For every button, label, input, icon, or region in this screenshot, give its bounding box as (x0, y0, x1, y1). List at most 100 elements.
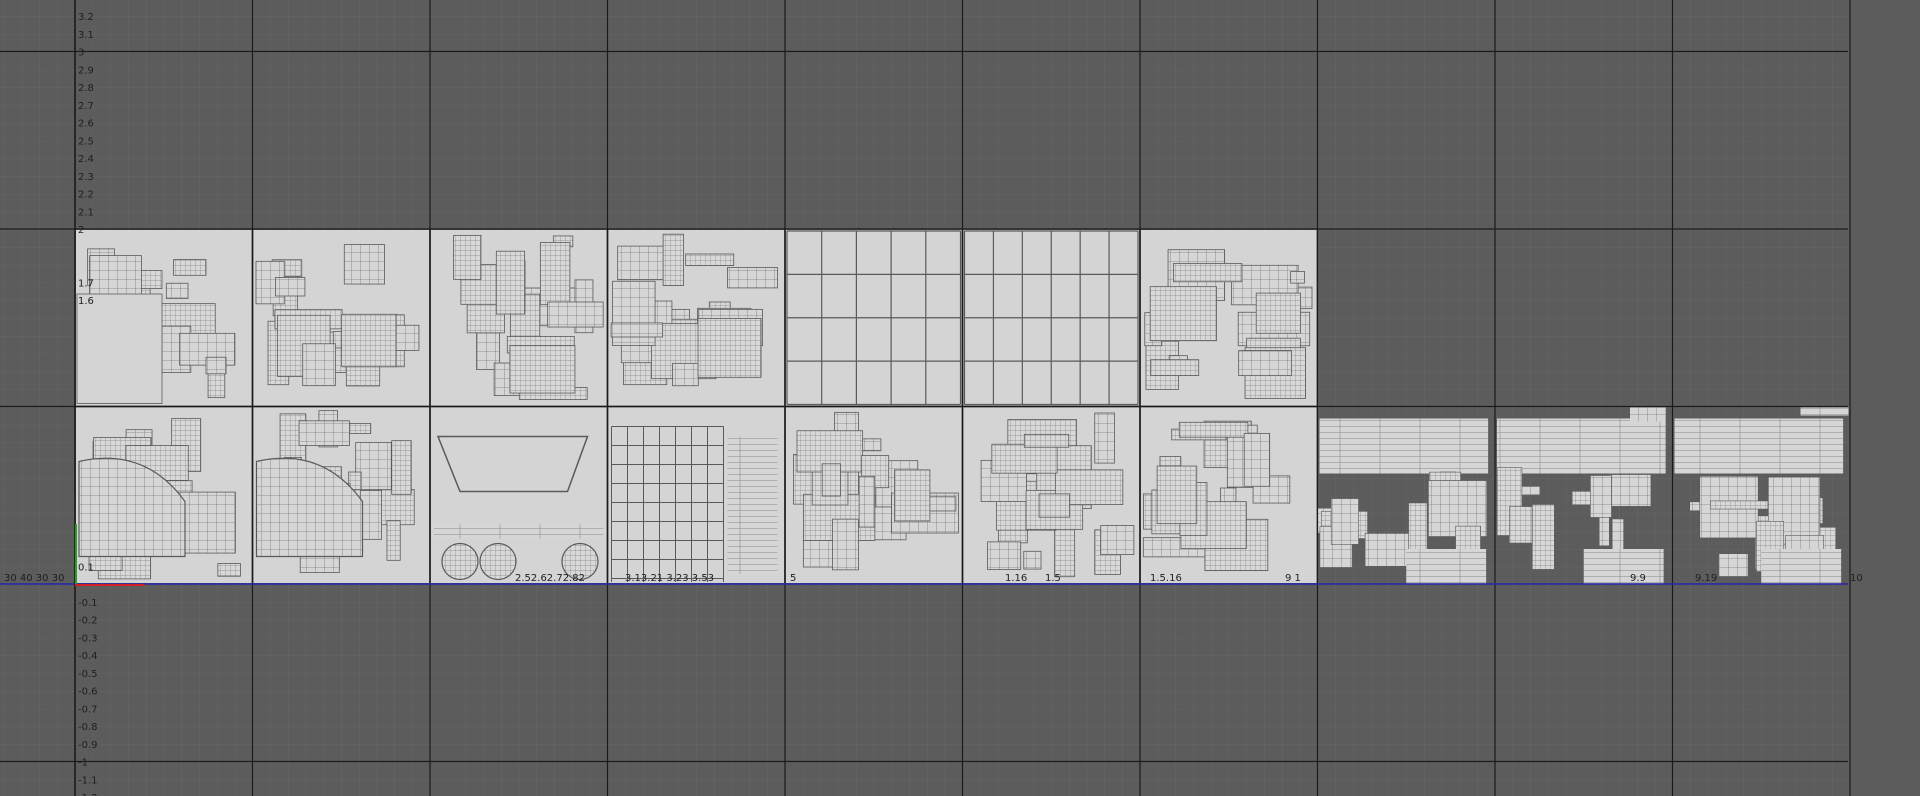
uv-shell[interactable] (343, 244, 385, 285)
uv-tile[interactable] (76, 230, 252, 406)
uv-shell[interactable] (547, 301, 604, 328)
uv-shell[interactable] (348, 423, 372, 434)
uv-tile[interactable] (253, 230, 430, 406)
uv-shell[interactable] (386, 520, 401, 561)
uv-shell[interactable] (275, 277, 306, 297)
uv-shell[interactable] (173, 259, 207, 276)
uv-shell[interactable] (217, 563, 241, 577)
uv-shell[interactable] (165, 282, 189, 299)
uv-shell[interactable] (359, 490, 382, 540)
uv-shell[interactable] (1173, 263, 1243, 283)
uv-shell[interactable] (662, 233, 684, 286)
uv-shell[interactable] (1319, 418, 1489, 474)
uv-shell[interactable] (991, 443, 1058, 474)
uv-shell[interactable] (1761, 549, 1842, 584)
uv-shell[interactable] (298, 420, 350, 446)
u-axis-label: 1.5 (1045, 573, 1061, 584)
uv-shell[interactable] (1800, 407, 1849, 416)
uv-shell[interactable] (1094, 412, 1115, 464)
uv-shell[interactable] (1178, 421, 1249, 438)
u-axis-label: 3.13.21 3.23 3.53 (625, 573, 714, 584)
uv-shell[interactable] (391, 440, 412, 495)
uv-shell[interactable] (697, 318, 762, 378)
uv-shell[interactable] (1674, 418, 1844, 474)
v-axis-label: -1.1 (78, 775, 98, 786)
v-axis-label: 2.6 (78, 119, 94, 130)
uv-shell[interactable] (858, 475, 876, 528)
uv-shell[interactable] (1255, 292, 1301, 334)
uv-shell[interactable] (821, 463, 841, 497)
uv-shell[interactable] (1718, 553, 1749, 577)
uv-shell[interactable] (1149, 286, 1217, 342)
v-axis-label: -0.2 (78, 616, 98, 627)
uv-shell[interactable] (205, 356, 227, 375)
uv-shell[interactable] (453, 234, 482, 280)
uv-tile[interactable] (608, 407, 785, 584)
uv-shell[interactable] (685, 253, 735, 266)
uv-tile[interactable] (1141, 407, 1317, 584)
uv-shell[interactable] (727, 436, 778, 575)
uv-shell[interactable] (1038, 493, 1071, 518)
uv-shell[interactable] (1590, 475, 1613, 518)
uv-tile[interactable] (608, 230, 785, 406)
uv-shell[interactable] (894, 469, 931, 522)
uv-shell[interactable] (610, 322, 664, 338)
uv-shell[interactable] (1608, 474, 1652, 507)
uv-shell[interactable] (1054, 526, 1076, 578)
v-axis-label: 2.2 (78, 190, 94, 201)
uv-texture-editor-viewport[interactable]: 3.2 3.1 3 2.9 2.8 2.7 2.6 2.5 2.4 2.3 2.2 2.1 2 1.7 1.… (0, 0, 1920, 796)
uv-tile[interactable] (76, 407, 252, 584)
v-axis-label: 1.6 (78, 296, 94, 307)
uv-shell[interactable] (1583, 549, 1664, 584)
u-axis-label: 9 1 (1285, 573, 1301, 584)
uv-shell[interactable] (1532, 504, 1555, 570)
uv-shell[interactable] (1406, 549, 1487, 584)
v-axis-label: 2.7 (78, 101, 94, 112)
uv-shell[interactable] (727, 267, 778, 289)
uv-tile[interactable] (963, 230, 1140, 406)
uv-shell[interactable] (1630, 407, 1666, 422)
uv-shell[interactable] (987, 541, 1022, 570)
uv-shell[interactable] (1238, 350, 1292, 377)
uv-shell[interactable] (539, 242, 571, 306)
uv-shell[interactable] (495, 250, 526, 315)
uv-shell[interactable] (1290, 271, 1305, 284)
uv-shell[interactable] (1156, 465, 1198, 525)
uv-canvas[interactable]: 3.2 3.1 3 2.9 2.8 2.7 2.6 2.5 2.4 2.3 2.2 2.1 2 1.7 1.… (0, 0, 1920, 796)
uv-shell[interactable] (302, 343, 336, 387)
uv-tile[interactable] (431, 230, 607, 406)
u-axis-label: 5 (790, 573, 796, 584)
v-axis-label: -0.3 (78, 633, 98, 644)
uv-shell[interactable] (1023, 550, 1042, 570)
uv-shell[interactable] (1330, 498, 1359, 545)
uv-shell[interactable] (1509, 506, 1533, 544)
uv-shell[interactable] (1710, 500, 1769, 510)
uv-shell[interactable] (1100, 525, 1135, 555)
v-axis-label: -1 (78, 758, 88, 769)
uv-shell[interactable] (1243, 432, 1271, 487)
uv-tile[interactable] (786, 407, 962, 584)
uv-tile[interactable] (1141, 230, 1317, 406)
uv-shell[interactable] (832, 518, 859, 571)
uv-shell[interactable] (341, 313, 397, 368)
v-axis-label: 2.8 (78, 83, 94, 94)
uv-shell[interactable] (1023, 433, 1070, 448)
uv-shell[interactable] (76, 293, 163, 404)
u-axis-label: 10 (1850, 573, 1863, 584)
uv-shell[interactable] (1150, 359, 1200, 376)
u-axis-label: 9.9 (1630, 573, 1646, 584)
uv-tile[interactable] (963, 407, 1140, 584)
uv-shell[interactable] (441, 542, 479, 581)
u-axis-label: 1.16 (1005, 573, 1027, 584)
uv-tile[interactable] (786, 230, 962, 406)
uv-tile[interactable] (253, 407, 430, 584)
uv-tile[interactable] (431, 407, 607, 584)
v-axis-label: -0.6 (78, 687, 98, 698)
v-axis-label: 2.9 (78, 65, 94, 76)
uv-shell[interactable] (434, 524, 604, 539)
uv-shell[interactable] (672, 362, 699, 387)
uv-shell[interactable] (1497, 418, 1666, 474)
v-axis-label: 2 (78, 225, 84, 236)
uv-shell[interactable] (479, 542, 517, 581)
uv-shell[interactable] (509, 345, 576, 394)
